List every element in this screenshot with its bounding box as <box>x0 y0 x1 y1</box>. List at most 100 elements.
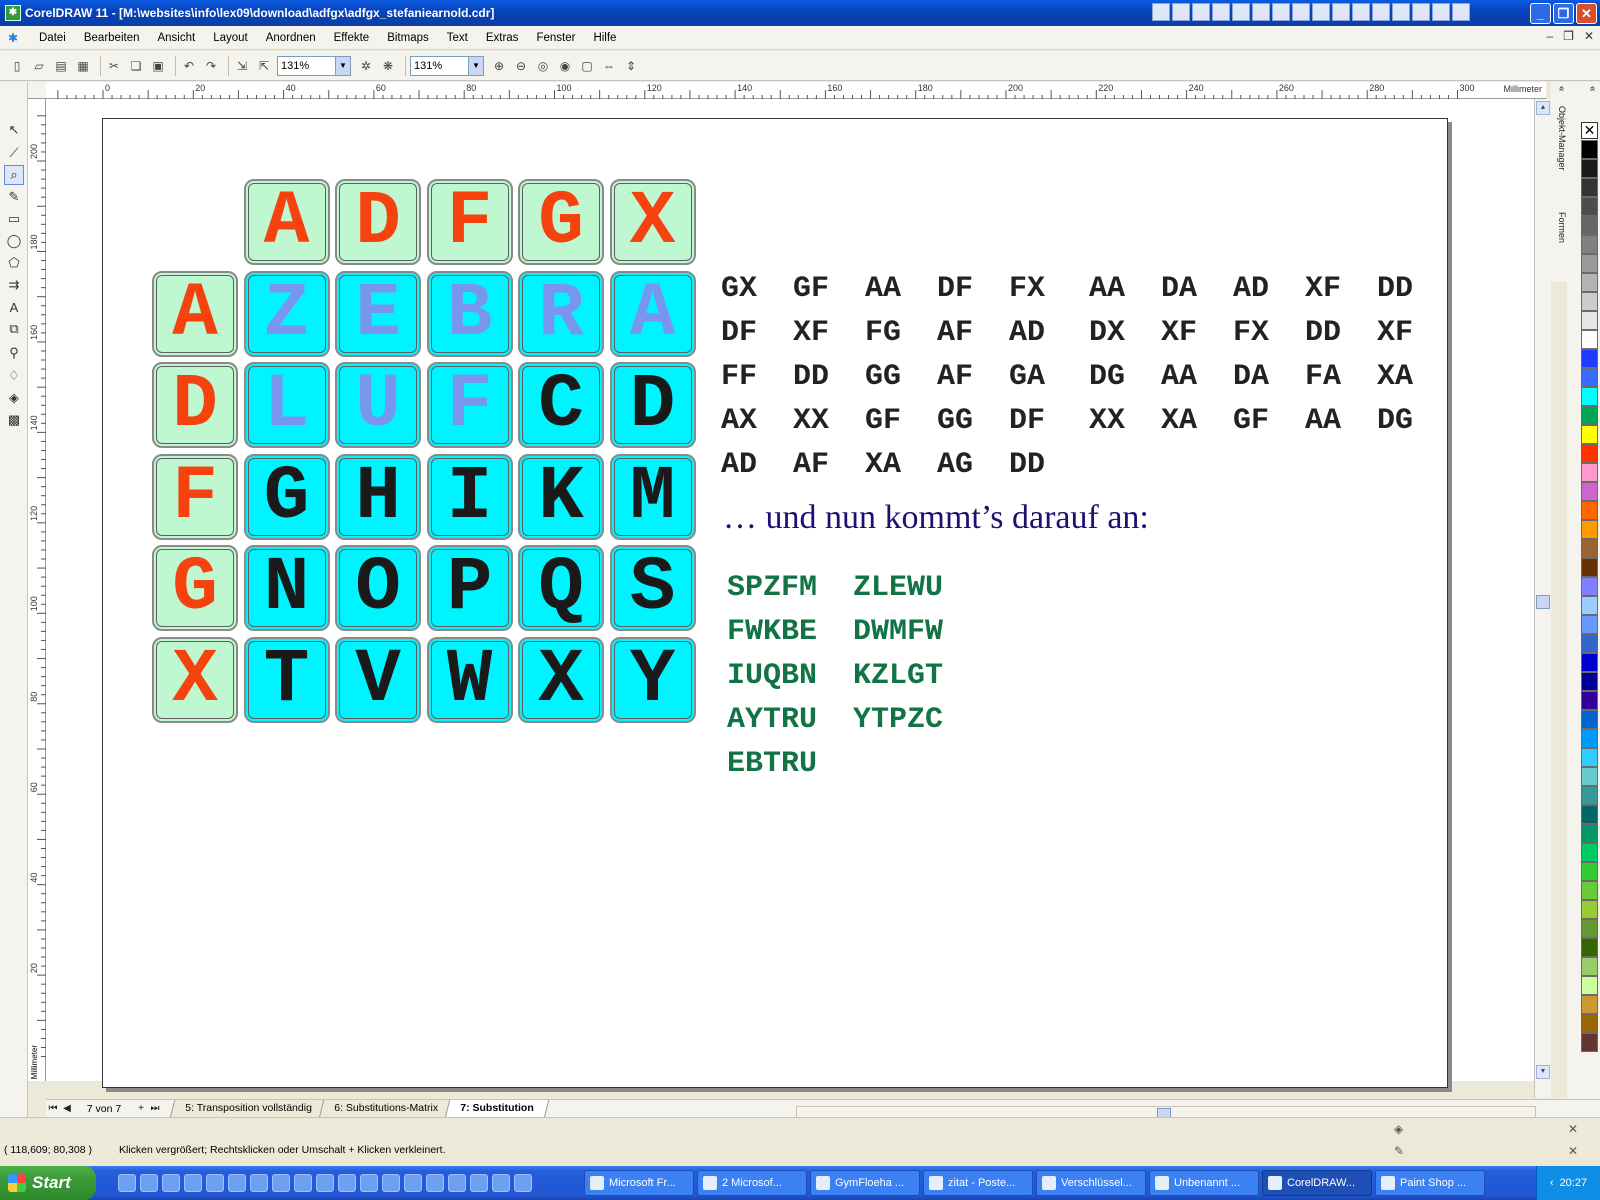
color-swatch[interactable] <box>1581 976 1598 995</box>
doc-minimize-icon[interactable]: – <box>1546 29 1553 43</box>
taskbar-task-button[interactable]: zitat - Poste... <box>923 1170 1033 1196</box>
quicklaunch-icon[interactable] <box>492 1174 510 1192</box>
taskbar-task-button[interactable]: Paint Shop ... <box>1375 1170 1485 1196</box>
zoom-page-icon[interactable]: ▢ <box>578 57 596 75</box>
rectangle-tool-icon[interactable]: ▭ <box>4 209 24 229</box>
outline-tool-icon[interactable]: ♢ <box>4 366 24 386</box>
matrix-header-row-X[interactable]: X <box>152 636 238 723</box>
eyedropper-tool-icon[interactable]: ⚲ <box>4 343 24 363</box>
matrix-cell-O[interactable]: O <box>335 545 421 631</box>
matrix-cell-G[interactable]: G <box>243 453 330 540</box>
quicklaunch-icon[interactable] <box>470 1174 488 1192</box>
menu-hilfe[interactable]: Hilfe <box>584 32 625 44</box>
quick-icon[interactable] <box>1192 3 1210 21</box>
matrix-header-row-F[interactable]: F <box>152 453 238 540</box>
quick-icon[interactable] <box>1352 3 1370 21</box>
scroll-down-icon[interactable]: ▼ <box>1536 1065 1550 1079</box>
quick-icon[interactable] <box>1252 3 1270 21</box>
menu-text[interactable]: Text <box>438 32 477 44</box>
docker-tab-object-manager[interactable]: Objekt-Manager <box>1552 106 1567 206</box>
matrix-cell-Y[interactable]: Y <box>609 636 696 723</box>
matrix-header-col-X[interactable]: X <box>609 179 696 265</box>
cut-icon[interactable]: ✂ <box>105 57 123 75</box>
matrix-cell-N[interactable]: N <box>243 545 330 631</box>
copy-icon[interactable]: ❏ <box>127 57 145 75</box>
quicklaunch-icon[interactable] <box>228 1174 246 1192</box>
matrix-cell-X[interactable]: X <box>518 636 604 723</box>
document-icon[interactable]: ✱ <box>8 31 22 45</box>
matrix-cell-F[interactable]: F <box>426 362 513 448</box>
color-swatch[interactable] <box>1581 558 1598 577</box>
quick-icon[interactable] <box>1312 3 1330 21</box>
docker-collapse-icon[interactable]: « <box>1552 86 1567 92</box>
palette-expand-icon[interactable]: « <box>1583 86 1598 92</box>
quick-icon[interactable] <box>1212 3 1230 21</box>
quick-icon[interactable] <box>1292 3 1310 21</box>
quicklaunch-icon[interactable] <box>162 1174 180 1192</box>
polygon-tool-icon[interactable]: ⬠ <box>4 253 24 273</box>
taskbar-task-button[interactable]: Microsoft Fr... <box>584 1170 694 1196</box>
quicklaunch-icon[interactable] <box>382 1174 400 1192</box>
quicklaunch-icon[interactable] <box>426 1174 444 1192</box>
undo-icon[interactable]: ↶ <box>180 57 198 75</box>
save-icon[interactable]: ▤ <box>52 57 70 75</box>
ruler-origin[interactable] <box>28 82 46 99</box>
matrix-cell-I[interactable]: I <box>426 453 513 540</box>
taskbar-task-button[interactable]: 2 Microsof... <box>697 1170 807 1196</box>
quick-icon[interactable] <box>1232 3 1250 21</box>
color-swatch[interactable] <box>1581 577 1598 596</box>
zoom-in-icon[interactable]: ⊕ <box>490 57 508 75</box>
color-swatch[interactable] <box>1581 520 1598 539</box>
color-swatch[interactable] <box>1581 615 1598 634</box>
quicklaunch-icon[interactable] <box>140 1174 158 1192</box>
app-launcher-icon[interactable]: ✲ <box>357 57 375 75</box>
tray-expand-icon[interactable]: ‹ <box>1550 1177 1554 1189</box>
color-swatch[interactable] <box>1581 1014 1598 1033</box>
vertical-scrollbar[interactable]: ▲ ▼ <box>1534 99 1551 1098</box>
quicklaunch-icon[interactable] <box>184 1174 202 1192</box>
color-swatch[interactable] <box>1581 406 1598 425</box>
matrix-cell-L[interactable]: L <box>243 362 330 448</box>
color-swatch[interactable] <box>1581 273 1598 292</box>
color-swatch[interactable] <box>1581 311 1598 330</box>
menu-fenster[interactable]: Fenster <box>527 32 584 44</box>
color-swatch[interactable] <box>1581 729 1598 748</box>
menu-layout[interactable]: Layout <box>204 32 257 44</box>
quicklaunch-icon[interactable] <box>360 1174 378 1192</box>
color-swatch[interactable] <box>1581 330 1598 349</box>
color-swatch[interactable] <box>1581 482 1598 501</box>
matrix-cell-W[interactable]: W <box>426 636 513 723</box>
matrix-cell-K[interactable]: K <box>518 453 604 540</box>
menu-datei[interactable]: Datei <box>30 32 75 44</box>
color-swatch[interactable] <box>1581 140 1598 159</box>
zoom-level-select-right[interactable]: 131% ▼ <box>410 55 484 76</box>
matrix-header-row-G[interactable]: G <box>152 545 238 631</box>
drawing-canvas[interactable]: GX GF AA DF FX DF XF FG AF AD FF DD GG AF … <box>46 99 1534 1088</box>
horizontal-ruler[interactable]: 0 20 40 60 80 100 120 140 160 180 200 220 240 260 280 3… <box>46 82 1546 99</box>
color-swatch[interactable] <box>1581 197 1598 216</box>
matrix-header-row-A[interactable]: A <box>152 270 238 357</box>
matrix-cell-P[interactable]: P <box>426 545 513 631</box>
first-page-icon[interactable]: ⏮ <box>46 1103 60 1114</box>
page-tab-7[interactable]: 7: Substitution <box>444 1099 549 1118</box>
interactive-blend-tool-icon[interactable]: ⧉ <box>4 319 24 339</box>
color-swatch[interactable] <box>1581 710 1598 729</box>
color-swatch[interactable] <box>1581 596 1598 615</box>
color-swatch[interactable] <box>1581 900 1598 919</box>
color-swatch[interactable] <box>1581 824 1598 843</box>
color-swatch[interactable] <box>1581 805 1598 824</box>
export-icon[interactable]: ⇱ <box>255 57 273 75</box>
matrix-cell-T[interactable]: T <box>243 636 330 723</box>
color-swatch[interactable] <box>1581 235 1598 254</box>
matrix-cell-R[interactable]: R <box>518 270 604 357</box>
taskbar-task-button[interactable]: Verschlüssel... <box>1036 1170 1146 1196</box>
matrix-cell-S[interactable]: S <box>609 545 696 631</box>
matrix-cell-Z[interactable]: Z <box>243 270 330 357</box>
color-swatch[interactable] <box>1581 159 1598 178</box>
matrix-cell-E[interactable]: E <box>335 270 421 357</box>
color-swatch[interactable] <box>1581 938 1598 957</box>
docker-tab-shapes[interactable]: Formen <box>1552 212 1567 272</box>
coreldraw-app-icon[interactable]: ✱ <box>5 5 21 21</box>
freehand-tool-icon[interactable]: ✎ <box>4 187 24 207</box>
quick-icon[interactable] <box>1332 3 1350 21</box>
